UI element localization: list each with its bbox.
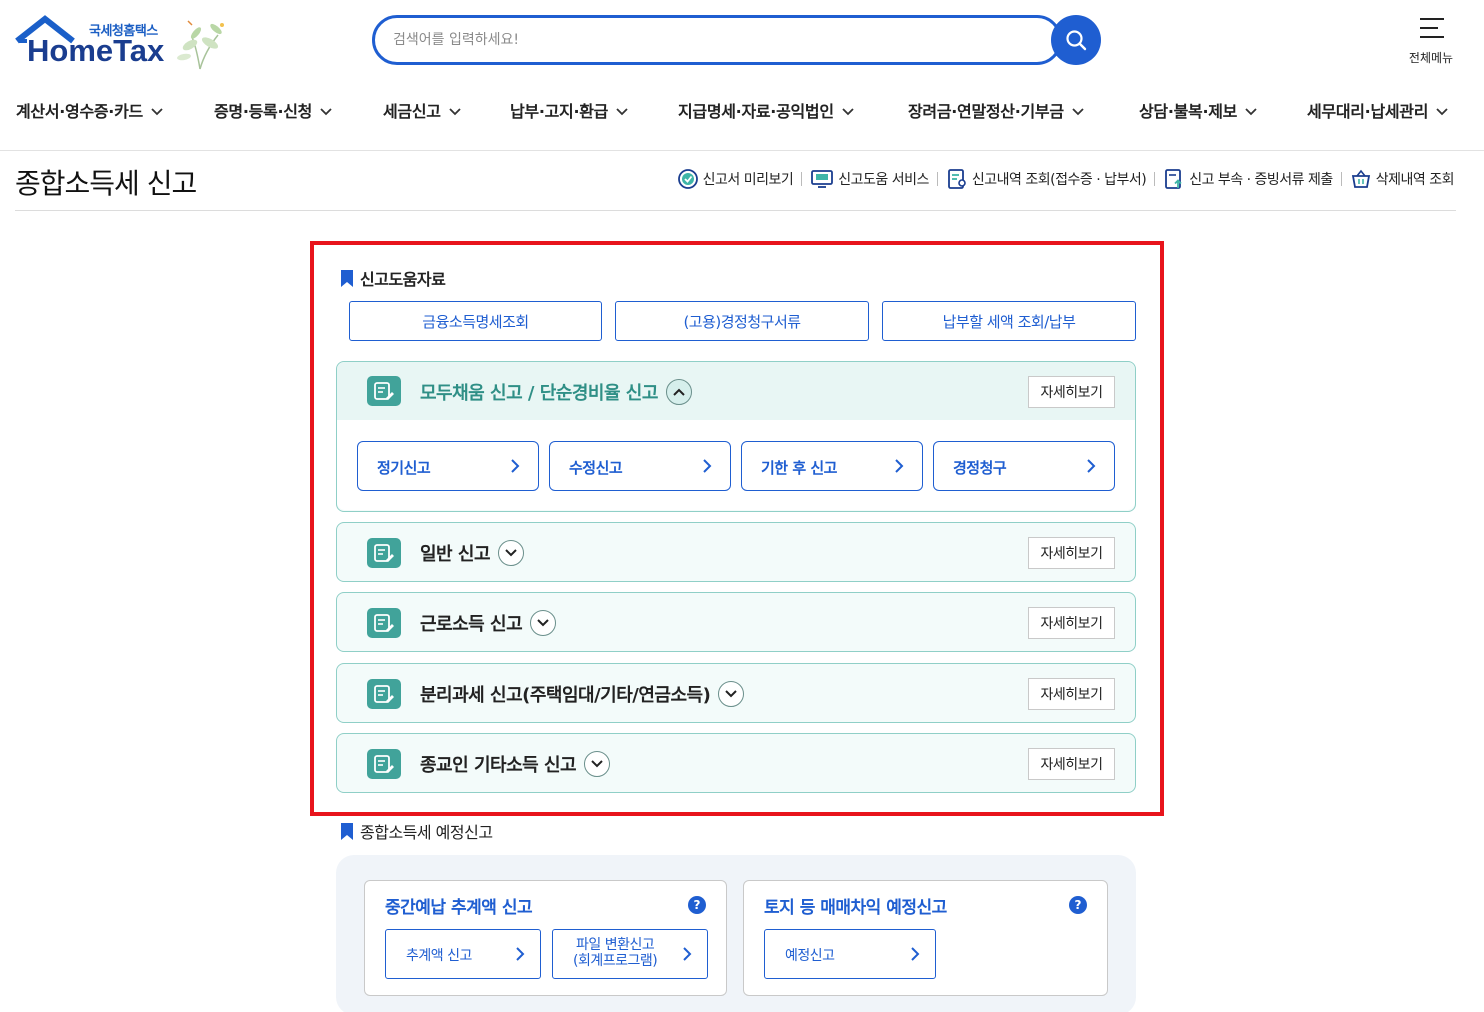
plant-decoration-icon <box>177 20 224 70</box>
divider <box>1154 172 1156 186</box>
divider <box>936 172 938 186</box>
search-bar <box>372 15 1062 65</box>
gnb-label: 계산서·영수증·카드 <box>16 102 143 121</box>
chevron-down-icon <box>151 101 163 120</box>
util-label: 신고서 미리보기 <box>702 172 794 188</box>
estimate-filing-button[interactable]: 예정신고 <box>764 929 936 979</box>
chevron-right-icon <box>911 947 920 965</box>
gnb-item-counsel[interactable]: 상담·불복·제보 <box>1139 98 1257 122</box>
help-icon[interactable]: ? <box>1069 896 1087 914</box>
gnb-item-incentive[interactable]: 장려금·연말정산·기부금 <box>908 98 1084 122</box>
chevron-down-icon <box>1436 101 1448 120</box>
gnb-label: 증명·등록·신청 <box>214 102 313 121</box>
highlight-frame <box>310 241 1164 816</box>
page-title: 종합소득세 신고 <box>15 167 197 200</box>
chevron-down-icon <box>1245 101 1257 120</box>
gnb-label: 세금신고 <box>383 102 441 121</box>
button-label-line1: 파일 변환신고 <box>575 937 655 953</box>
estimate-section-heading: 종합소득세 예정신고 <box>340 819 493 843</box>
title-divider <box>15 210 1456 211</box>
gnb-item-agent[interactable]: 세무대리·납세관리 <box>1307 98 1448 122</box>
monitor-chat-icon <box>811 170 834 188</box>
gnb-label: 장려금·연말정산·기부금 <box>908 102 1064 121</box>
chevron-down-icon <box>616 101 628 120</box>
card-land-sale-estimate: 토지 등 매매차익 예정신고 ? 예정신고 <box>743 880 1108 996</box>
help-icon[interactable]: ? <box>688 896 706 914</box>
chevron-down-icon <box>320 101 332 120</box>
card-title: 토지 등 매매차익 예정신고 <box>764 898 947 918</box>
gnb-label: 세무대리·납세관리 <box>1307 102 1429 121</box>
gnb-item-statement[interactable]: 지급명세·자료·공익법인 <box>678 98 854 122</box>
chevron-right-icon <box>516 947 525 965</box>
trash-basket-icon <box>1351 169 1370 188</box>
util-label: 신고 부속 · 증빙서류 제출 <box>1189 172 1333 188</box>
divider <box>1340 172 1342 186</box>
button-label-line2: (회계프로그램) <box>573 953 658 969</box>
search-button[interactable] <box>1051 15 1101 65</box>
card-title: 중간예납 추계액 신고 <box>385 898 533 918</box>
divider <box>801 172 803 186</box>
gnb-divider <box>0 150 1484 151</box>
search-icon <box>1066 30 1087 51</box>
gnb-item-tax-return[interactable]: 세금신고 <box>383 98 461 122</box>
chevron-down-icon <box>842 101 854 120</box>
util-label: 신고도움 서비스 <box>838 172 929 188</box>
button-label: 예정신고 <box>785 948 835 964</box>
chevron-down-icon <box>1072 101 1084 120</box>
card-interim-prepayment: 중간예납 추계액 신고 ? 추계액 신고 파일 변환신고 (회계프로그램) <box>364 880 727 996</box>
all-menu-label: 전체메뉴 <box>1408 51 1454 65</box>
filing-help-link[interactable]: 신고도움 서비스 <box>810 168 929 190</box>
util-label: 신고내역 조회(접수증 · 납부서) <box>971 172 1147 188</box>
chevron-right-icon <box>683 947 692 965</box>
document-search-icon <box>948 169 966 189</box>
hamburger-menu-icon <box>1420 18 1444 38</box>
gnb-label: 납부·고지·환급 <box>510 102 609 121</box>
estimated-amount-filing-button[interactable]: 추계액 신고 <box>385 929 541 979</box>
button-label: 추계액 신고 <box>406 948 472 964</box>
util-label: 삭제내역 조회 <box>1375 172 1455 188</box>
gnb-item-invoice[interactable]: 계산서·영수증·카드 <box>16 98 163 122</box>
global-navigation: 계산서·영수증·카드 증명·등록·신청 세금신고 납부·고지·환급 지급명세·자… <box>0 88 1484 132</box>
deleted-history-link[interactable]: 삭제내역 조회 <box>1350 168 1455 190</box>
utility-links: 신고서 미리보기 신고도움 서비스 신고내역 조회(접수증 · 납부서) 신고 … <box>677 168 1455 190</box>
filing-history-link[interactable]: 신고내역 조회(접수증 · 납부서) <box>946 168 1147 190</box>
button-label: 파일 변환신고 (회계프로그램) <box>573 937 658 969</box>
check-circle-icon <box>677 169 698 189</box>
bookmark-icon <box>341 822 353 840</box>
gnb-item-certificate[interactable]: 증명·등록·신청 <box>214 98 332 122</box>
file-conversion-filing-button[interactable]: 파일 변환신고 (회계프로그램) <box>552 929 708 979</box>
search-input[interactable] <box>393 28 1013 52</box>
chevron-down-icon <box>449 101 461 120</box>
gnb-label: 지급명세·자료·공익법인 <box>678 102 834 121</box>
gnb-label: 상담·불복·제보 <box>1139 102 1238 121</box>
logo-title: HomeTax <box>27 33 165 68</box>
all-menu-button[interactable]: 전체메뉴 <box>1402 14 1460 68</box>
hometax-logo[interactable]: 국세청홈택스 HomeTax <box>15 15 230 73</box>
submit-documents-link[interactable]: 신고 부속 · 증빙서류 제출 <box>1163 168 1333 190</box>
preview-return-link[interactable]: 신고서 미리보기 <box>677 168 794 190</box>
document-upload-icon <box>1165 169 1182 189</box>
gnb-item-payment[interactable]: 납부·고지·환급 <box>510 98 628 122</box>
section-title: 종합소득세 예정신고 <box>360 823 493 842</box>
